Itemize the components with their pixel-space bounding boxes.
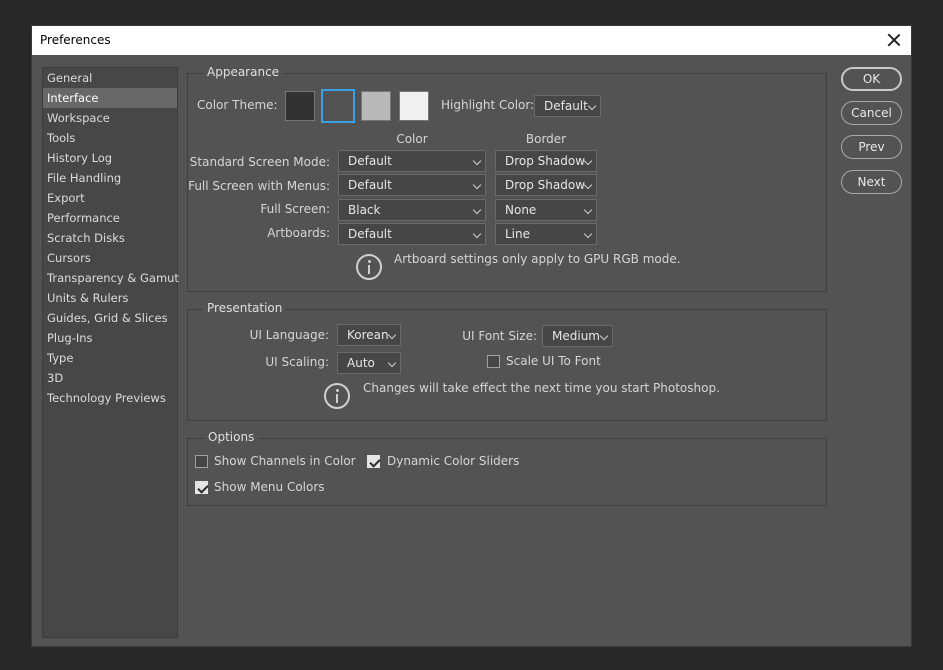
sidebar-item-cursors[interactable]: Cursors xyxy=(43,248,177,268)
full-screen-border-value: None xyxy=(505,203,537,217)
sidebar-item-guides-grid-slices[interactable]: Guides, Grid & Slices xyxy=(43,308,177,328)
show-channels-in-color-checkbox[interactable] xyxy=(195,455,208,468)
color-theme-label: Color Theme: xyxy=(197,98,278,112)
highlight-color-label: Highlight Color: xyxy=(441,98,535,112)
standard-screen-border-value: Drop Shadow xyxy=(505,154,586,168)
show-menu-colors-label: Show Menu Colors xyxy=(214,480,325,494)
artboards-label: Artboards: xyxy=(267,226,330,240)
full-screen-menus-color-value: Default xyxy=(348,178,392,192)
show-channels-in-color-label: Show Channels in Color xyxy=(214,454,356,468)
theme-swatch-dark[interactable] xyxy=(285,91,315,121)
chevron-down-icon xyxy=(599,331,609,341)
sidebar-item-general[interactable]: General xyxy=(43,68,177,88)
border-column-header: Border xyxy=(525,132,567,146)
show-menu-colors-checkbox[interactable] xyxy=(195,481,208,494)
standard-screen-mode-label: Standard Screen Mode: xyxy=(189,155,330,169)
close-icon[interactable] xyxy=(883,29,905,51)
sidebar-item-type[interactable]: Type xyxy=(43,348,177,368)
sidebar-item-3d[interactable]: 3D xyxy=(43,368,177,388)
standard-screen-border-select[interactable]: Drop Shadow xyxy=(495,150,597,172)
sidebar-item-workspace[interactable]: Workspace xyxy=(43,108,177,128)
sidebar-item-plug-ins[interactable]: Plug-Ins xyxy=(43,328,177,348)
appearance-legend: Appearance xyxy=(203,65,284,79)
full-screen-color-select[interactable]: Black xyxy=(338,199,486,221)
ok-button[interactable]: OK xyxy=(841,67,902,91)
highlight-color-value: Default xyxy=(544,99,588,113)
scale-ui-to-font-label: Scale UI To Font xyxy=(506,354,601,368)
prev-button[interactable]: Prev xyxy=(841,135,902,159)
chevron-down-icon xyxy=(387,330,397,340)
dynamic-color-sliders-checkbox[interactable] xyxy=(367,455,380,468)
artboards-color-select[interactable]: Default xyxy=(338,223,486,245)
chevron-down-icon xyxy=(387,358,397,368)
options-legend: Options xyxy=(204,430,259,444)
full-screen-color-value: Black xyxy=(348,203,381,217)
title-bar: Preferences xyxy=(32,26,911,55)
scale-ui-to-font-checkbox[interactable] xyxy=(487,355,500,368)
full-screen-menus-color-select[interactable]: Default xyxy=(338,174,486,196)
info-icon xyxy=(356,254,382,280)
ui-font-size-select[interactable]: Medium xyxy=(542,325,613,347)
full-screen-menus-border-select[interactable]: Drop Shadow xyxy=(495,174,597,196)
color-column-header: Color xyxy=(396,132,428,146)
sidebar-item-interface[interactable]: Interface xyxy=(43,88,177,108)
full-screen-menus-border-value: Drop Shadow xyxy=(505,178,586,192)
ui-language-select[interactable]: Korean xyxy=(337,324,401,346)
full-screen-label: Full Screen: xyxy=(260,202,330,216)
chevron-down-icon xyxy=(583,205,593,215)
standard-screen-color-select[interactable]: Default xyxy=(338,150,486,172)
ui-scaling-select[interactable]: Auto xyxy=(337,352,401,374)
chevron-down-icon xyxy=(583,229,593,239)
artboard-info-text: Artboard settings only apply to GPU RGB … xyxy=(394,252,681,266)
next-button[interactable]: Next xyxy=(841,170,902,194)
theme-swatch-medium-light[interactable] xyxy=(361,91,391,121)
chevron-down-icon xyxy=(587,101,597,111)
ui-language-value: Korean xyxy=(347,328,389,342)
sidebar-item-transparency-gamut[interactable]: Transparency & Gamut xyxy=(43,268,179,288)
info-icon xyxy=(324,383,350,409)
presentation-legend: Presentation xyxy=(203,301,287,315)
theme-swatch-light[interactable] xyxy=(399,91,429,121)
standard-screen-color-value: Default xyxy=(348,154,392,168)
sidebar-item-technology-previews[interactable]: Technology Previews xyxy=(43,388,177,408)
preferences-dialog: Preferences General Interface Workspace … xyxy=(31,25,912,647)
presentation-info-text: Changes will take effect the next time y… xyxy=(363,381,720,395)
highlight-color-select[interactable]: Default xyxy=(534,95,601,117)
cancel-button[interactable]: Cancel xyxy=(841,101,902,125)
dynamic-color-sliders-label: Dynamic Color Sliders xyxy=(387,454,520,468)
sidebar-item-units-rulers[interactable]: Units & Rulers xyxy=(43,288,177,308)
theme-swatch-medium-dark[interactable] xyxy=(321,89,355,123)
artboards-border-value: Line xyxy=(505,227,531,241)
chevron-down-icon xyxy=(472,205,482,215)
window-title: Preferences xyxy=(40,33,111,47)
ui-scaling-value: Auto xyxy=(347,356,375,370)
chevron-down-icon xyxy=(472,180,482,190)
ui-language-label: UI Language: xyxy=(249,328,329,342)
chevron-down-icon xyxy=(472,156,482,166)
options-group: Options xyxy=(187,430,827,506)
artboards-color-value: Default xyxy=(348,227,392,241)
full-screen-border-select[interactable]: None xyxy=(495,199,597,221)
sidebar-item-tools[interactable]: Tools xyxy=(43,128,177,148)
ui-font-size-value: Medium xyxy=(552,329,600,343)
full-screen-menus-label: Full Screen with Menus: xyxy=(188,179,330,193)
artboards-border-select[interactable]: Line xyxy=(495,223,597,245)
chevron-down-icon xyxy=(472,229,482,239)
category-list: General Interface Workspace Tools Histor… xyxy=(42,67,179,638)
ui-font-size-label: UI Font Size: xyxy=(462,329,537,343)
ui-scaling-label: UI Scaling: xyxy=(265,355,329,369)
